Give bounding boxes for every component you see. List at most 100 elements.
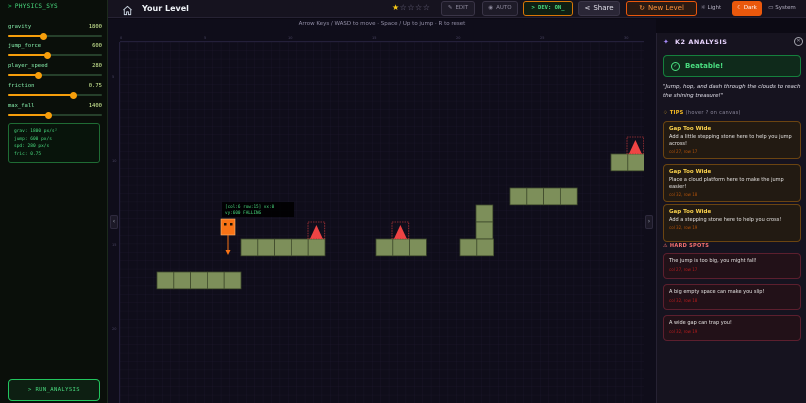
- param-value: 280: [92, 63, 102, 69]
- level-canvas[interactable]: [col:6 row:15] vx:0 vy:600 FALLING: [120, 42, 644, 403]
- star-rating[interactable]: ★☆☆☆☆: [392, 3, 430, 12]
- hard-spot-card[interactable]: A wide gap can trap you! col 32, row 19: [663, 315, 801, 341]
- dev-mode-button[interactable]: > DEV: ON_: [523, 1, 573, 16]
- ruler-tick-label: 10: [112, 159, 117, 163]
- star-icon[interactable]: ★: [392, 3, 400, 12]
- theme-dark-label: Dark: [743, 5, 757, 11]
- chevron-right-icon: >: [8, 3, 12, 10]
- theme-dark-button[interactable]: ☾ Dark: [732, 1, 762, 16]
- friction-slider[interactable]: [8, 91, 102, 99]
- slider-handle[interactable]: [70, 91, 78, 99]
- tip-body: Add a little stepping stone here to help…: [669, 133, 792, 147]
- tip-card[interactable]: Gap Too Wide Add a stepping stone here t…: [663, 204, 801, 242]
- tip-body: Add a stepping stone here to help you cr…: [669, 216, 782, 223]
- check-circle-icon: ✓: [671, 62, 680, 71]
- ruler-tick-label: 15: [112, 243, 117, 247]
- max-fall-slider[interactable]: [8, 111, 102, 119]
- theme-system-button[interactable]: ▭ System: [764, 1, 800, 16]
- slider-handle[interactable]: [34, 71, 42, 79]
- platform-block[interactable]: [307, 238, 326, 257]
- param-player-speed: player_speed 280: [8, 63, 102, 81]
- auto-label: AUTO: [496, 5, 512, 11]
- param-value: 1400: [88, 103, 102, 109]
- ruler-tick-label: 20: [456, 36, 461, 40]
- run-analysis-button[interactable]: > RUN_ANALYSIS: [8, 379, 100, 401]
- param-label: friction: [8, 83, 35, 89]
- star-icon[interactable]: ☆: [415, 3, 423, 12]
- player-speed-slider[interactable]: [8, 71, 102, 79]
- debug-line: vy:600 FALLING: [225, 210, 262, 216]
- tip-card[interactable]: Gap Too Wide Place a cloud platform here…: [663, 164, 801, 202]
- stat-line: fric: 0.75: [14, 151, 42, 157]
- player-debug-overlay: [col:6 row:15] vx:0 vy:600 FALLING: [222, 202, 294, 217]
- platform-block[interactable]: [207, 271, 225, 290]
- chevron-right-icon[interactable]: ›: [645, 215, 653, 229]
- tip-card[interactable]: Gap Too Wide Add a little stepping stone…: [663, 121, 801, 159]
- physics-panel-title: > PHYSICS_SYS: [8, 3, 58, 10]
- slider-handle[interactable]: [44, 111, 52, 119]
- level-description: "Jump, hop, and dash through the clouds …: [663, 84, 801, 99]
- platform-block[interactable]: [392, 238, 410, 257]
- game-area: Arrow Keys / WASD to move · Space / Up t…: [108, 19, 656, 403]
- platform-block[interactable]: [223, 271, 242, 290]
- param-gravity: gravity 1800: [8, 24, 102, 42]
- platform-block[interactable]: [509, 187, 528, 206]
- hard-spot-card[interactable]: A big empty space can make you slip! col…: [663, 284, 801, 310]
- ruler-top: 0 5 10 15 20 25 30: [120, 35, 644, 42]
- edit-button[interactable]: ✎ EDIT: [441, 1, 475, 16]
- auto-button[interactable]: ◉ AUTO: [482, 1, 518, 16]
- physics-title-text: PHYSICS_SYS: [14, 3, 58, 10]
- platform-block[interactable]: [543, 187, 561, 206]
- debug-line: [col:6 row:15] vx:0: [225, 204, 275, 210]
- hard-spot-card[interactable]: The jump is too big, you might fall! col…: [663, 253, 801, 279]
- platform-block[interactable]: [257, 238, 276, 257]
- physics-panel: > PHYSICS_SYS gravity 1800 jump_force 600…: [0, 0, 108, 403]
- player-eye: [230, 223, 233, 226]
- platform-block[interactable]: [475, 204, 494, 223]
- hard-spot-location: col 27, row 17: [669, 267, 698, 272]
- jump-force-slider[interactable]: [8, 51, 102, 59]
- new-level-label: New Level: [647, 4, 684, 12]
- new-level-button[interactable]: ↻ New Level: [626, 1, 697, 16]
- close-icon[interactable]: ✕: [794, 37, 803, 46]
- stat-line: jump: 600 px/s: [14, 136, 52, 142]
- controls-hint: Arrow Keys / WASD to move · Space / Up t…: [298, 21, 466, 27]
- pencil-icon: ✎: [447, 5, 453, 11]
- edit-label: EDIT: [455, 5, 469, 11]
- platform-block[interactable]: [240, 238, 259, 257]
- tip-location: col 32, row 18: [669, 192, 698, 197]
- theme-light-button[interactable]: ☼ Light: [692, 1, 730, 16]
- ruler-tick-label: 25: [540, 36, 545, 40]
- platform-block[interactable]: [409, 238, 427, 257]
- platform-block[interactable]: [156, 271, 175, 290]
- slider-fill: [8, 74, 39, 76]
- platform-block[interactable]: [375, 238, 394, 257]
- platform-block[interactable]: [627, 153, 644, 172]
- chevron-left-icon[interactable]: ‹: [110, 215, 118, 229]
- platform-block[interactable]: [610, 153, 629, 172]
- platform-block[interactable]: [559, 187, 578, 206]
- platform-block[interactable]: [290, 238, 309, 257]
- param-value: 0.75: [88, 83, 102, 89]
- star-icon[interactable]: ☆: [423, 3, 431, 12]
- platform-block[interactable]: [190, 271, 208, 290]
- share-button[interactable]: ⋖ Share: [578, 1, 620, 16]
- share-icon: ⋖: [584, 4, 591, 12]
- platform-block[interactable]: [526, 187, 544, 206]
- param-max-fall: max_fall 1400: [8, 103, 102, 121]
- slider-handle[interactable]: [43, 51, 51, 59]
- platform-block[interactable]: [476, 238, 494, 257]
- player-eye: [224, 223, 227, 226]
- slider-handle[interactable]: [40, 32, 48, 40]
- gravity-slider[interactable]: [8, 32, 102, 40]
- ruler-tick-label: 0: [120, 36, 123, 40]
- platform-block[interactable]: [475, 221, 494, 240]
- physics-stats-box: grav: 1800 px/s² jump: 600 px/s spd: 280…: [8, 123, 100, 163]
- platform-block[interactable]: [459, 238, 478, 257]
- param-label: jump_force: [8, 43, 42, 49]
- home-button[interactable]: [120, 2, 134, 16]
- platform-block[interactable]: [173, 271, 191, 290]
- tips-heading: ♢ TIPS (hover ? on canvas): [663, 110, 741, 116]
- platform-block[interactable]: [274, 238, 292, 257]
- star-icon[interactable]: ☆: [407, 3, 415, 12]
